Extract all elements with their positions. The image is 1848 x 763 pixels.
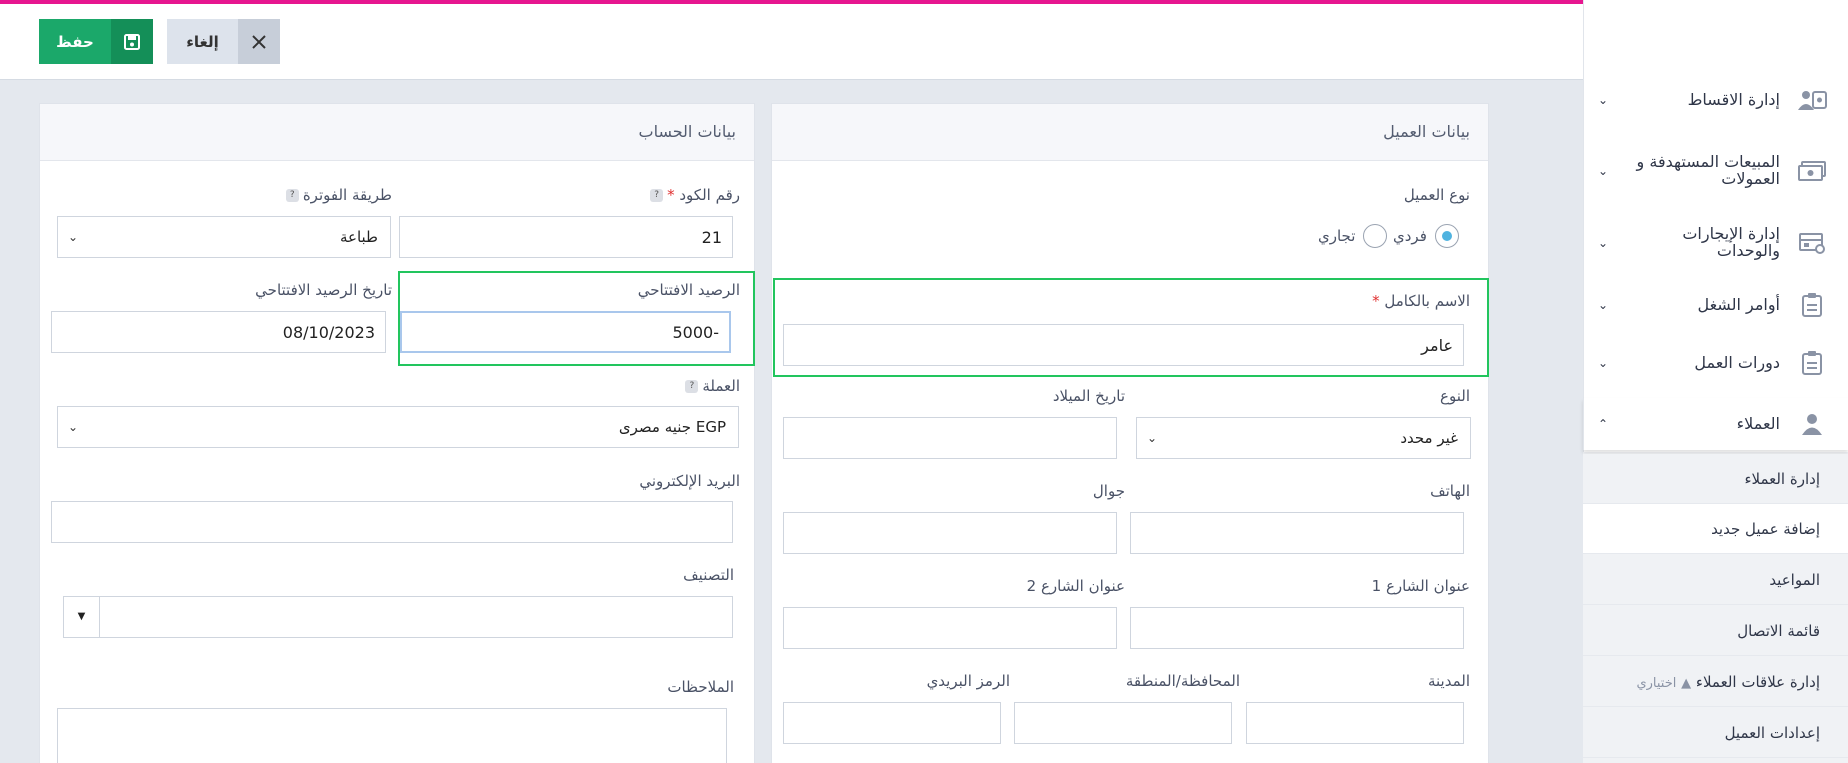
currency-value: EGP جنيه مصرى — [618, 418, 726, 436]
chevron-down-icon: ⌄ — [1597, 298, 1609, 312]
phone-label: الهاتف — [1430, 482, 1470, 500]
phone-input[interactable] — [1130, 512, 1464, 554]
radio-individual-label: فردي — [1393, 227, 1427, 245]
users-icon — [1796, 408, 1828, 440]
street2-input[interactable] — [783, 607, 1117, 649]
sidebar-sub-appointments[interactable]: المواعيد — [1583, 555, 1848, 605]
sidebar-item-label: المبيعات المستهدفة و العمولات — [1636, 151, 1780, 188]
sidebar-item-targets-commissions[interactable]: المبيعات المستهدفة و العمولات ⌄ — [1583, 138, 1848, 203]
opening-date-input[interactable] — [51, 311, 386, 353]
radio-commercial-label: تجاري — [1318, 227, 1356, 245]
save-label: حفظ — [56, 32, 94, 51]
sidebar-item-workflows[interactable]: دورات العمل ⌄ — [1583, 338, 1848, 388]
radio-individual[interactable]: فردي — [1393, 224, 1459, 248]
account-panel-title: بيانات الحساب — [40, 104, 754, 161]
sidebar-item-rentals-units[interactable]: إدارة الإيجارات والوحدات ⌄ — [1583, 210, 1848, 275]
radio-commercial-circle[interactable] — [1363, 224, 1388, 248]
gender-value: غير محدد — [1400, 429, 1458, 447]
floppy-disk-icon — [111, 19, 153, 64]
invoice-method-label: طريقة الفوترة? — [240, 186, 392, 204]
opening-balance-label: الرصيد الافتتاحي — [637, 281, 740, 299]
help-icon[interactable]: ? — [650, 189, 664, 202]
chevron-down-icon: ⌄ — [1597, 356, 1609, 370]
postal-label: الرمز البريدي — [926, 672, 1010, 690]
category-label: التصنيف — [683, 566, 734, 584]
opening-date-label: تاريخ الرصيد الافتتاحي — [255, 281, 392, 299]
installments-icon — [1796, 84, 1828, 116]
notes-label: الملاحظات — [667, 678, 734, 696]
birthdate-label: تاريخ الميلاد — [1052, 387, 1125, 405]
sidebar-item-work-orders[interactable]: أوامر الشغل ⌄ — [1583, 280, 1848, 330]
accent-bar — [0, 0, 1583, 4]
sidebar-sub-manage-clients[interactable]: إدارة العملاء — [1583, 454, 1848, 504]
sidebar-sub-label: إدارة علاقات العملاء — [1695, 673, 1820, 691]
email-input[interactable] — [51, 501, 733, 543]
city-label: المدينة — [1427, 672, 1470, 690]
save-button[interactable]: حفظ — [39, 19, 153, 64]
client-type-label: نوع العميل — [1403, 186, 1470, 204]
opening-balance-input[interactable] — [400, 311, 731, 353]
code-label: رقم الكود *? — [610, 186, 740, 204]
notes-textarea[interactable] — [57, 708, 727, 763]
help-icon[interactable]: ? — [685, 380, 699, 393]
postal-input[interactable] — [783, 702, 1001, 744]
top-toolbar: حفظ إلغاء — [0, 0, 1583, 80]
radio-individual-circle[interactable] — [1434, 224, 1459, 248]
sidebar-sub-add-client[interactable]: إضافة عميل جديد — [1583, 504, 1848, 554]
mobile-input[interactable] — [783, 512, 1117, 554]
street1-label: عنوان الشارع 1 — [1371, 577, 1470, 595]
chevron-down-icon: ⌄ — [68, 230, 79, 244]
sidebar-item-label: إدارة الاقساط — [1687, 89, 1780, 109]
cancel-label: إلغاء — [186, 32, 219, 51]
invoice-method-select[interactable]: طباعة ⌄ — [57, 216, 391, 258]
caret-down-icon[interactable]: ▼ — [64, 597, 100, 637]
birthdate-input[interactable] — [783, 417, 1117, 459]
clipboard-icon — [1796, 347, 1828, 379]
help-icon[interactable]: ? — [285, 189, 299, 202]
chevron-up-icon: ⌃ — [1597, 417, 1609, 431]
rocket-icon: ▲ — [1681, 676, 1692, 691]
sidebar-item-label: إدارة الإيجارات والوحدات — [1682, 223, 1780, 260]
close-icon — [238, 19, 280, 64]
street2-label: عنوان الشارع 2 — [1026, 577, 1125, 595]
code-input[interactable] — [399, 216, 733, 258]
invoice-method-value: طباعة — [339, 228, 378, 246]
gender-label: النوع — [1440, 387, 1470, 405]
optional-badge: اختياري — [1636, 676, 1677, 691]
region-label: المحافظة/المنطقة — [1125, 672, 1240, 690]
sidebar-sub-client-settings[interactable]: إعدادات العميل — [1583, 708, 1848, 758]
chevron-down-icon: ⌄ — [1147, 431, 1158, 445]
mobile-label: جوال — [1092, 482, 1125, 500]
gender-select[interactable]: غير محدد ⌄ — [1136, 417, 1471, 459]
street1-input[interactable] — [1130, 607, 1464, 649]
sidebar-item-label: دورات العمل — [1694, 352, 1780, 372]
full-name-input[interactable] — [783, 324, 1464, 366]
chevron-down-icon: ⌄ — [1597, 93, 1609, 107]
city-input[interactable] — [1246, 702, 1464, 744]
sidebar-item-installments[interactable]: إدارة الاقساط ⌄ — [1583, 75, 1848, 125]
chevron-down-icon: ⌄ — [1597, 235, 1609, 250]
sidebar-item-label: أوامر الشغل — [1697, 294, 1780, 314]
cancel-button[interactable]: إلغاء — [167, 19, 280, 64]
full-name-label: الاسم بالكامل * — [1372, 292, 1470, 310]
clipboard-icon — [1796, 289, 1828, 321]
radio-commercial[interactable]: تجاري — [1318, 224, 1388, 248]
currency-label: العملة? — [640, 377, 740, 395]
sidebar-sub-crm[interactable]: إدارة علاقات العملاء ▲ اختياري — [1583, 657, 1848, 707]
money-icon — [1796, 155, 1828, 187]
region-input[interactable] — [1014, 702, 1232, 744]
email-label: البريد الإلكتروني — [639, 472, 740, 490]
currency-select[interactable]: EGP جنيه مصرى ⌄ — [57, 406, 739, 448]
chevron-down-icon: ⌄ — [1597, 163, 1609, 178]
sidebar-sub-contact-list[interactable]: قائمة الاتصال — [1583, 606, 1848, 656]
sidebar-item-clients[interactable]: العملاء ⌃ — [1583, 398, 1848, 450]
sidebar-item-label: العملاء — [1736, 413, 1780, 433]
client-panel-title: بيانات العميل — [772, 104, 1488, 161]
category-select[interactable]: ▼ — [63, 596, 733, 638]
chevron-down-icon: ⌄ — [68, 420, 79, 434]
rentals-icon — [1796, 227, 1828, 259]
